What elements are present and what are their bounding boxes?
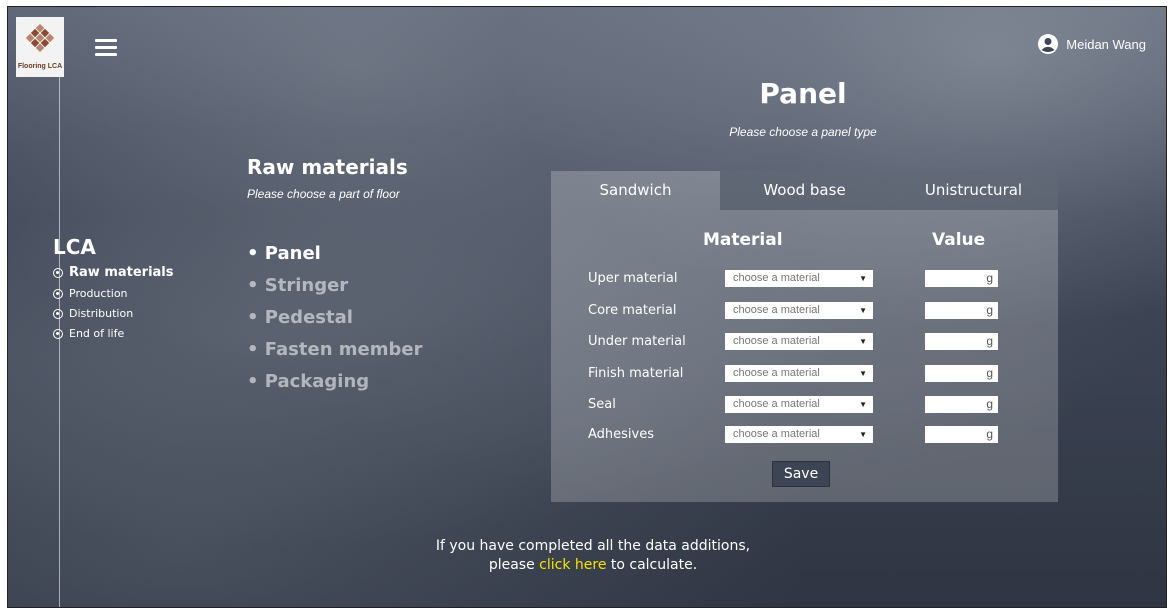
value-input[interactable]: g	[925, 301, 998, 319]
material-select[interactable]: choose a material ▼	[725, 301, 873, 319]
value-input[interactable]: g	[925, 332, 998, 350]
part-item-panel[interactable]: • Panel	[247, 243, 422, 264]
material-select[interactable]: choose a material ▼	[725, 269, 873, 287]
sidebar-title: LCA	[53, 235, 96, 259]
user-name: Meidan Wang	[1066, 36, 1146, 52]
dropdown-caret-icon: ▼	[859, 429, 867, 439]
select-value: choose a material	[733, 335, 820, 347]
raw-materials-header: Raw materials Please choose a part of fl…	[247, 155, 408, 201]
radio-dot-icon	[53, 328, 63, 339]
sidebar-item-label: End of life	[69, 327, 125, 340]
radio-dot-icon	[53, 308, 63, 319]
row-label: Core material	[588, 302, 677, 318]
form-row-finish-material: Finish material choose a material ▼ g	[588, 363, 1048, 383]
calculate-prompt-line1: If you have completed all the data addit…	[435, 538, 751, 554]
part-label: Panel	[264, 243, 321, 264]
row-label: Uper material	[588, 270, 678, 286]
material-select[interactable]: choose a material ▼	[725, 395, 873, 413]
select-value: choose a material	[733, 304, 820, 316]
row-label: Adhesives	[588, 426, 655, 442]
form-row-under-material: Under material choose a material ▼ g	[588, 331, 1048, 351]
select-value: choose a material	[733, 272, 820, 284]
sidebar-item-label: Production	[69, 287, 128, 300]
save-button[interactable]: Save	[772, 461, 830, 487]
row-label: Finish material	[588, 365, 684, 381]
logo-text: Flooring LCA	[17, 63, 63, 70]
material-select[interactable]: choose a material ▼	[725, 425, 873, 443]
panel-title: Panel	[759, 77, 847, 110]
app-logo[interactable]: Flooring LCA	[16, 17, 64, 77]
tab-unistructural[interactable]: Unistructural	[889, 171, 1058, 210]
select-value: choose a material	[733, 367, 820, 379]
radio-dot-icon	[53, 288, 63, 299]
form-row-adhesives: Adhesives choose a material ▼ g	[588, 424, 1048, 444]
form-row-seal: Seal choose a material ▼ g	[588, 394, 1048, 414]
value-input[interactable]: g	[925, 395, 998, 413]
select-value: choose a material	[733, 428, 820, 440]
material-column-header: Material	[703, 230, 783, 250]
panel-form-card: Sandwich Wood base Unistructural Materia…	[551, 171, 1058, 502]
app-window: Flooring LCA Meidan Wang LCA Raw materia…	[7, 6, 1167, 608]
logo-diamond-icon	[25, 23, 55, 53]
part-label: Stringer	[264, 275, 349, 296]
material-select[interactable]: choose a material ▼	[725, 364, 873, 382]
material-select[interactable]: choose a material ▼	[725, 332, 873, 350]
part-item-packaging[interactable]: • Packaging	[247, 371, 422, 392]
part-item-stringer[interactable]: • Stringer	[247, 275, 422, 296]
floor-parts-list: • Panel • Stringer • Pedestal • Fasten m…	[247, 243, 422, 403]
part-label: Fasten member	[264, 339, 423, 360]
select-value: choose a material	[733, 398, 820, 410]
user-profile[interactable]: Meidan Wang	[1038, 34, 1146, 54]
sidebar-item-distribution[interactable]: Distribution	[53, 307, 174, 320]
form-row-uper-material: Uper material choose a material ▼ g	[588, 268, 1048, 288]
part-label: Pedestal	[264, 307, 353, 328]
prompt-text-post: to calculate.	[606, 557, 698, 573]
sidebar-item-label: Distribution	[69, 307, 134, 320]
dropdown-caret-icon: ▼	[859, 399, 867, 409]
part-item-fasten-member[interactable]: • Fasten member	[247, 339, 422, 360]
dropdown-caret-icon: ▼	[859, 305, 867, 315]
tab-sandwich[interactable]: Sandwich	[551, 171, 720, 210]
row-label: Under material	[588, 333, 686, 349]
panel-subtitle: Please choose a panel type	[729, 125, 877, 139]
lca-sidebar-nav: LCA Raw materials Production Distributio…	[53, 235, 174, 347]
part-item-pedestal[interactable]: • Pedestal	[247, 307, 422, 328]
sidebar-item-label: Raw materials	[69, 265, 174, 280]
radio-dot-icon	[53, 267, 63, 278]
user-avatar-icon	[1038, 34, 1059, 54]
dropdown-caret-icon: ▼	[859, 336, 867, 346]
tab-wood-base[interactable]: Wood base	[720, 171, 889, 210]
sidebar-item-end-of-life[interactable]: End of life	[53, 327, 174, 340]
sidebar-item-production[interactable]: Production	[53, 287, 174, 300]
value-input[interactable]: g	[925, 425, 998, 443]
sidebar-item-raw-materials[interactable]: Raw materials	[53, 265, 174, 280]
value-input[interactable]: g	[925, 364, 998, 382]
raw-materials-subtitle: Please choose a part of floor	[247, 187, 400, 201]
prompt-text-pre: please	[488, 557, 540, 573]
panel-type-tabs: Sandwich Wood base Unistructural	[551, 171, 1058, 210]
row-label: Seal	[588, 396, 616, 412]
value-column-header: Value	[932, 230, 986, 250]
raw-materials-title: Raw materials	[247, 155, 408, 179]
hamburger-menu-icon[interactable]	[95, 39, 117, 56]
dropdown-caret-icon: ▼	[859, 368, 867, 378]
calculate-prompt: If you have completed all the data addit…	[408, 537, 778, 575]
value-input[interactable]: g	[925, 269, 998, 287]
calculate-prompt-line2: please click here to calculate.	[408, 556, 778, 575]
part-label: Packaging	[264, 371, 370, 392]
dropdown-caret-icon: ▼	[859, 273, 867, 283]
calculate-link[interactable]: click here	[539, 557, 606, 573]
form-row-core-material: Core material choose a material ▼ g	[588, 300, 1048, 320]
